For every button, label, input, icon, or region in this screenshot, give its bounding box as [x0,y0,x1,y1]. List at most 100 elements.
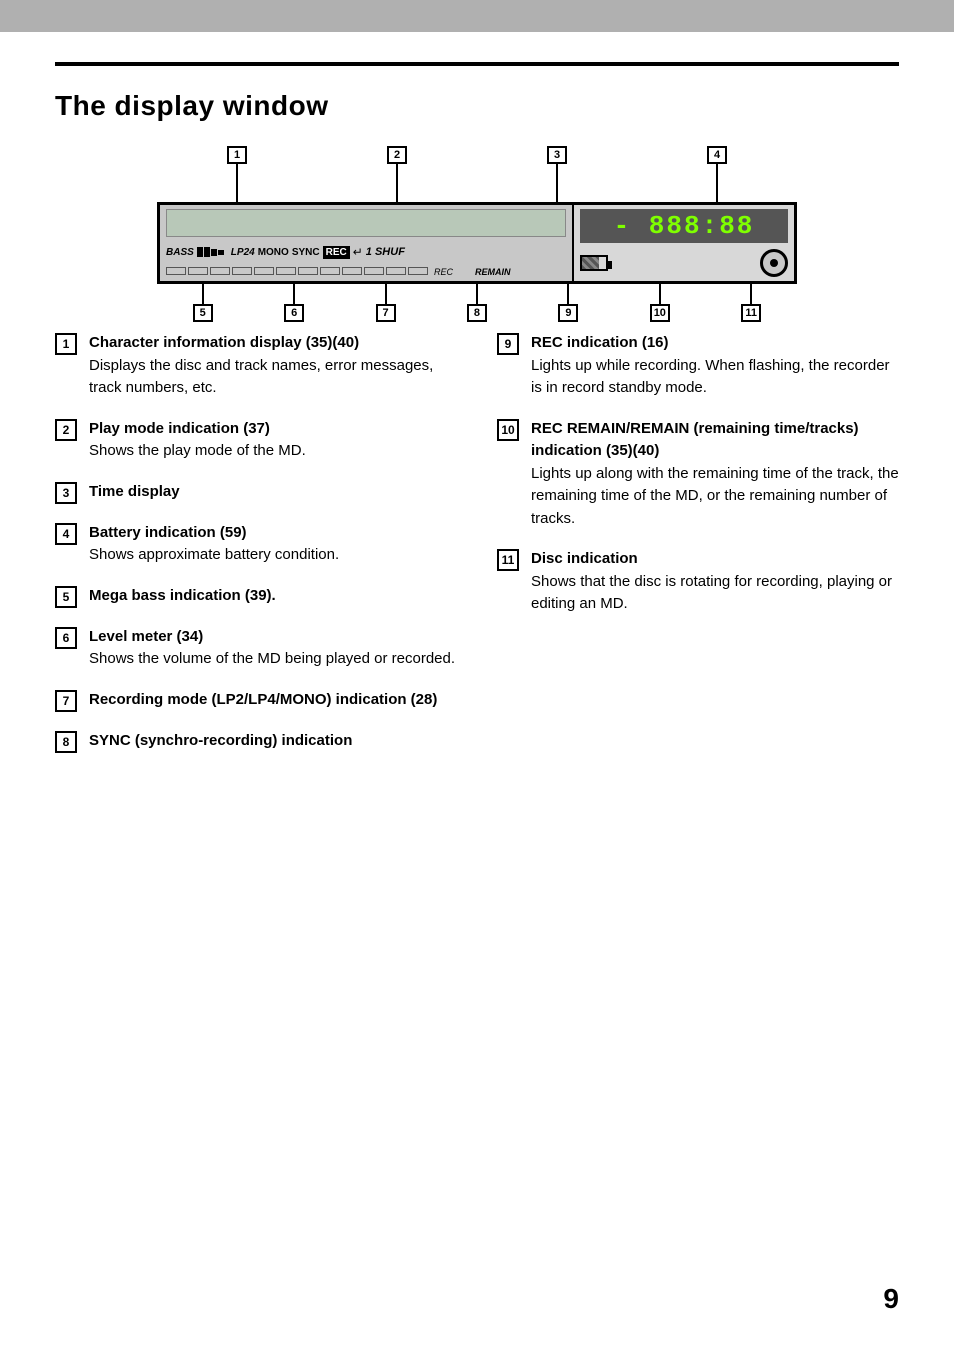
desc-text-8: SYNC (synchro-recording) indication [89,730,352,753]
desc-item-4: 4 Battery indication (59) Shows approxim… [55,522,457,567]
desc-item-8: 8 SYNC (synchro-recording) indication [55,730,457,753]
callout-num-6: 6 [284,304,304,322]
bass-bar-3 [211,249,217,256]
desc-text-11: Disc indication Shows that the disc is r… [531,548,899,616]
level-seg-10 [364,267,384,275]
desc-item-10: 10 REC REMAIN/REMAIN (remaining time/tra… [497,418,899,531]
rec-button-label: REC [323,246,350,259]
desc-body-4: Shows approximate battery condition. [89,546,339,563]
level-seg-6 [276,267,296,275]
bass-bar-1 [197,247,203,257]
bass-label: BASS [166,247,194,258]
bass-bars [197,247,224,257]
desc-num-2: 2 [55,419,77,441]
desc-body-10: Lights up along with the remaining time … [531,465,899,527]
callout-line-2 [396,164,398,202]
page-number: 9 [883,1283,899,1315]
desc-num-3: 3 [55,482,77,504]
shuf-label: 1 SHUF [366,246,405,258]
desc-body-2: Shows the play mode of the MD. [89,442,306,459]
description-section: 1 Character information display (35)(40)… [55,332,899,771]
callout-line-4 [716,164,718,202]
desc-num-9: 9 [497,333,519,355]
level-seg-5 [254,267,274,275]
top-bar [0,0,954,32]
desc-num-4: 4 [55,523,77,545]
bottom-callouts-row: 5 6 7 8 9 10 1 [157,284,797,322]
bass-bar-2 [204,247,210,257]
desc-item-7: 7 Recording mode (LP2/LP4/MONO) indicati… [55,689,457,712]
callout-num-1: 1 [227,146,247,164]
desc-text-3: Time display [89,481,180,504]
level-seg-7 [298,267,318,275]
desc-item-9: 9 REC indication (16) Lights up while re… [497,332,899,400]
desc-num-7: 7 [55,690,77,712]
callout-line-6 [293,284,295,304]
callout-11-bottom: 11 [741,284,761,322]
desc-text-6: Level meter (34) Shows the volume of the… [89,626,455,671]
desc-text-5: Mega bass indication (39). [89,585,276,608]
callout-line-1 [236,164,238,202]
desc-title-8: SYNC (synchro-recording) indication [89,732,352,749]
level-seg-11 [386,267,406,275]
desc-num-1: 1 [55,333,77,355]
disc-inner [770,259,778,267]
callout-line-9 [567,284,569,304]
remain-label: REMAIN [475,267,511,277]
desc-text-10: REC REMAIN/REMAIN (remaining time/tracks… [531,418,899,531]
desc-item-3: 3 Time display [55,481,457,504]
desc-title-4: Battery indication (59) [89,524,247,541]
battery-icon [580,255,608,271]
desc-item-6: 6 Level meter (34) Shows the volume of t… [55,626,457,671]
desc-text-1: Character information display (35)(40) D… [89,332,457,400]
level-seg-3 [210,267,230,275]
callout-10-bottom: 10 [650,284,670,322]
callout-num-11: 11 [741,304,761,322]
callout-8-bottom: 8 [467,284,487,322]
desc-item-2: 2 Play mode indication (37) Shows the pl… [55,418,457,463]
desc-title-5: Mega bass indication (39). [89,587,276,604]
callout-line-5 [202,284,204,304]
callout-num-3: 3 [547,146,567,164]
callout-line-11 [750,284,752,304]
desc-body-6: Shows the volume of the MD being played … [89,650,455,667]
desc-num-8: 8 [55,731,77,753]
desc-num-6: 6 [55,627,77,649]
time-display: - 888:88 [580,209,788,243]
desc-title-3: Time display [89,483,180,500]
callout-line-7 [385,284,387,304]
callout-num-7: 7 [376,304,396,322]
callout-num-9: 9 [558,304,578,322]
level-seg-4 [232,267,252,275]
level-seg-2 [188,267,208,275]
callout-6-bottom: 6 [284,284,304,322]
desc-title-11: Disc indication [531,550,638,567]
desc-item-11: 11 Disc indication Shows that the disc i… [497,548,899,616]
desc-title-2: Play mode indication (37) [89,420,270,437]
callout-line-10 [659,284,661,304]
callout-num-5: 5 [193,304,213,322]
display-left-section: BASS LP24 MONO SYNC REC ↵ 1 SHUF [160,205,574,281]
right-description-col: 9 REC indication (16) Lights up while re… [497,332,899,771]
callout-line-3 [556,164,558,202]
character-display-area [166,209,566,237]
title-underline [55,62,899,66]
desc-num-10: 10 [497,419,519,441]
desc-title-9: REC indication (16) [531,334,669,351]
level-meters: REC REMAIN [166,267,566,277]
callout-num-8: 8 [467,304,487,322]
desc-title-10: REC REMAIN/REMAIN (remaining time/tracks… [531,420,859,460]
battery-fill [582,257,599,269]
disc-circle-icon [760,249,788,277]
desc-text-2: Play mode indication (37) Shows the play… [89,418,306,463]
display-bottom-row: BASS LP24 MONO SYNC REC ↵ 1 SHUF [166,245,566,259]
display-right-section: - 888:88 [574,205,794,281]
desc-item-5: 5 Mega bass indication (39). [55,585,457,608]
lp24-label: LP24 [231,247,255,258]
callout-5-bottom: 5 [193,284,213,322]
arrow-label: ↵ [353,245,363,259]
desc-title-6: Level meter (34) [89,628,203,645]
desc-body-9: Lights up while recording. When flashing… [531,357,890,397]
device-display-box: BASS LP24 MONO SYNC REC ↵ 1 SHUF [157,202,797,284]
level-seg-12 [408,267,428,275]
